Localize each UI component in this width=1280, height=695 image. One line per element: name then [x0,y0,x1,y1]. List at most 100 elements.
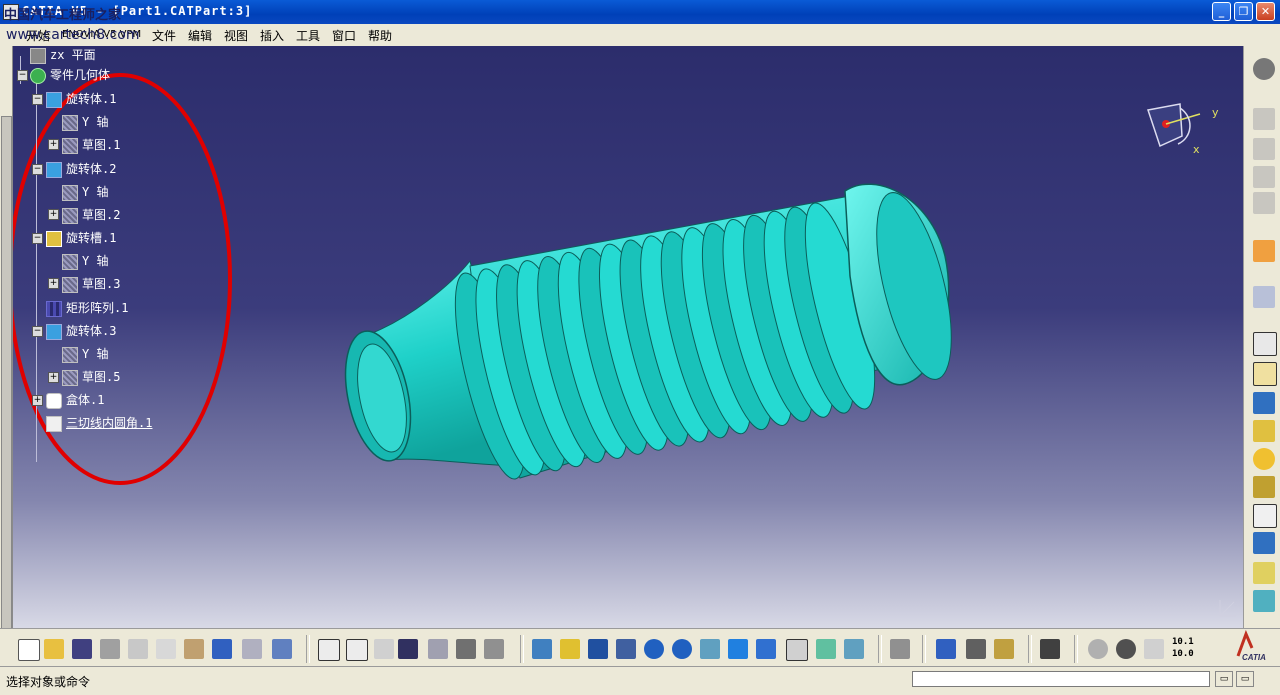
collapse-toggle[interactable]: − [32,326,43,337]
table-icon[interactable] [398,639,418,659]
tree-node[interactable]: 旋转体.2 [46,160,116,178]
print-icon[interactable] [100,639,120,659]
expand-toggle[interactable]: + [48,372,59,383]
expand-toggle[interactable]: + [48,139,59,150]
menu-file[interactable]: 文件 [152,27,176,44]
formula-icon[interactable] [318,639,340,661]
pad-icon[interactable] [1253,332,1277,356]
expand-toggle[interactable]: + [32,395,43,406]
measure-item-icon[interactable] [966,639,986,659]
pan-icon[interactable] [588,639,608,659]
restore-button[interactable]: ❐ [1234,2,1253,21]
new-file-icon[interactable] [18,639,40,661]
tree-node[interactable]: 草图.5 [62,368,120,386]
hand-icon[interactable] [1116,639,1136,659]
measure-between-icon[interactable] [936,639,956,659]
swap-space-icon[interactable] [844,639,864,659]
tree-node[interactable]: 草图.2 [62,206,120,224]
constraint-3-icon[interactable] [1253,166,1275,188]
fit-all-icon[interactable] [560,639,580,659]
menu-insert[interactable]: 插入 [260,27,284,44]
paste-icon[interactable] [184,639,204,659]
multi-view-icon[interactable] [728,639,748,659]
groove-icon [46,230,62,247]
fly-mode-icon[interactable] [532,639,552,659]
zoom-in-icon[interactable] [644,639,664,659]
iso-view-icon[interactable] [756,639,776,659]
tree-node[interactable]: Y 轴 [62,183,108,201]
gear-icon[interactable] [1253,58,1275,80]
measure-inertia-icon[interactable] [994,639,1014,659]
command-button-1[interactable]: ▭ [1215,671,1233,687]
constraint-4-icon[interactable] [1253,192,1275,214]
save-icon[interactable] [72,639,92,659]
remove-loft-icon[interactable] [1253,590,1275,612]
sketcher-icon[interactable] [1253,286,1275,308]
tree-node[interactable]: 草图.1 [62,136,120,154]
plane-icon [30,47,46,64]
groove-tool-icon[interactable] [1253,420,1275,442]
lock-icon[interactable] [456,639,476,659]
constraint-2-icon[interactable] [1253,138,1275,160]
scroll-thumb[interactable] [1,116,12,638]
hide-show-icon[interactable] [816,639,836,659]
hole-icon[interactable] [1253,448,1275,470]
copy-icon[interactable] [156,639,176,659]
knowledge-icon[interactable] [374,639,394,659]
menu-edit[interactable]: 编辑 [188,27,212,44]
tree-node[interactable]: 矩形阵列.1 [46,299,128,317]
tree-scrollbar[interactable] [0,46,13,638]
collapse-toggle[interactable]: − [17,70,28,81]
menu-window[interactable]: 窗口 [332,27,356,44]
minimize-button[interactable]: _ [1212,2,1231,21]
catalog-icon[interactable] [484,639,504,659]
loft-icon[interactable] [1253,562,1275,584]
command-input[interactable] [912,671,1210,687]
collapse-toggle[interactable]: − [32,233,43,244]
rotate-view-icon[interactable] [1088,639,1108,659]
open-file-icon[interactable] [44,639,64,659]
collapse-toggle[interactable]: − [32,94,43,105]
tree-node[interactable]: 零件几何体 [30,66,110,84]
tree-node[interactable]: Y 轴 [62,345,108,363]
camera-icon[interactable] [1040,639,1060,659]
tree-node[interactable]: 草图.3 [62,275,120,293]
slot-icon[interactable] [1253,504,1277,528]
tree-node[interactable]: zx 平面 [30,46,96,64]
menu-view[interactable]: 视图 [224,27,248,44]
redo-icon[interactable] [242,639,262,659]
rib-icon[interactable] [1253,476,1275,498]
normal-view-icon[interactable] [700,639,720,659]
command-button-2[interactable]: ▭ [1236,671,1254,687]
expand-toggle[interactable]: + [48,278,59,289]
expand-toggle[interactable]: + [48,209,59,220]
update-icon[interactable] [890,639,910,659]
cut-icon[interactable] [128,639,148,659]
tree-node[interactable]: Y 轴 [62,113,108,131]
menu-tools[interactable]: 工具 [296,27,320,44]
tree-node[interactable]: 旋转体.1 [46,90,116,108]
select-arrow-icon[interactable] [1253,240,1275,262]
axis-tool-icon[interactable] [1144,639,1164,659]
undo-icon[interactable] [212,639,232,659]
rotate-icon[interactable] [616,639,636,659]
menu-help[interactable]: 帮助 [368,27,392,44]
3d-viewport[interactable]: y x [0,46,1243,628]
collapse-toggle[interactable]: − [32,164,43,175]
shading-icon[interactable] [786,639,808,661]
tree-node[interactable]: 旋转槽.1 [46,229,116,247]
tree-node-current[interactable]: 三切线内圆角.1 [46,414,152,432]
close-button[interactable]: ✕ [1256,2,1275,21]
whats-this-icon[interactable] [272,639,292,659]
tree-node[interactable]: 盒体.1 [46,391,104,409]
stiffener-icon[interactable] [1253,532,1275,554]
part-geometry[interactable] [0,46,1243,628]
tree-node[interactable]: Y 轴 [62,252,108,270]
comment-icon[interactable] [346,639,368,661]
shaft-tool-icon[interactable] [1253,392,1275,414]
zoom-out-icon[interactable] [672,639,692,659]
tree-expand-icon[interactable] [428,639,448,659]
pocket-icon[interactable] [1253,362,1277,386]
tree-node[interactable]: 旋转体.3 [46,322,116,340]
constraint-icon[interactable] [1253,108,1275,130]
